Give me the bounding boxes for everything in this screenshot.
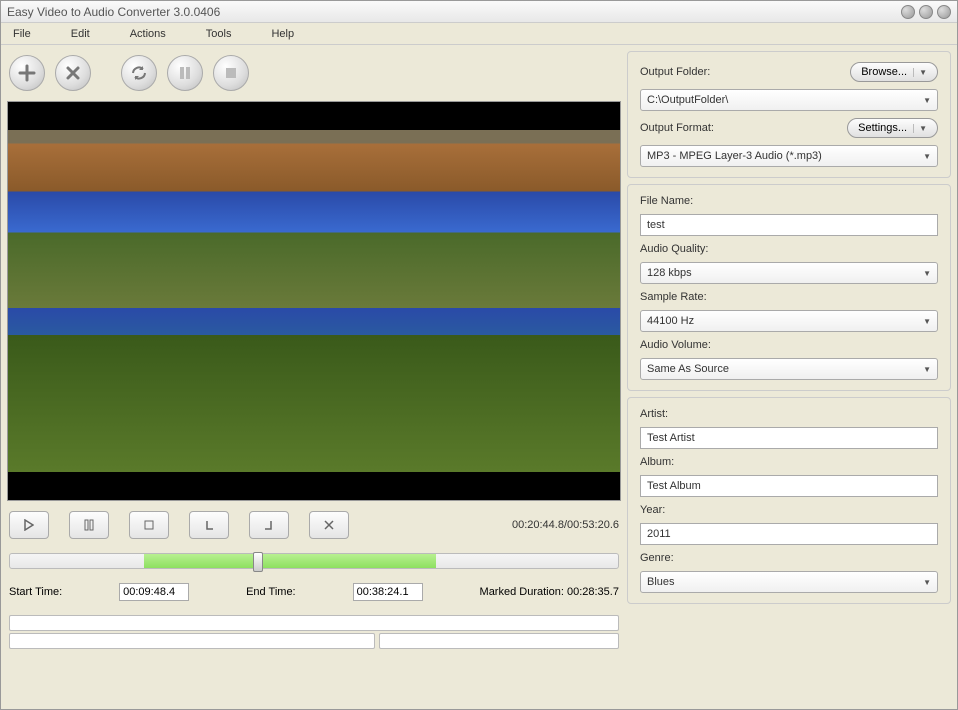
bracket-left-icon — [203, 519, 215, 531]
genre-label: Genre: — [640, 552, 938, 564]
browse-button[interactable]: Browse... ▼ — [850, 62, 938, 82]
time-row: Start Time: End Time: Marked Duration: 0… — [7, 579, 621, 605]
chevron-down-icon: ▼ — [923, 317, 931, 326]
slider-thumb[interactable] — [253, 552, 263, 572]
end-time-label: End Time: — [246, 586, 296, 598]
minimize-button[interactable] — [901, 5, 915, 19]
chevron-down-icon: ▼ — [913, 124, 927, 133]
status-progress — [379, 633, 619, 649]
clear-marks-button[interactable] — [309, 511, 349, 539]
chevron-down-icon: ▼ — [923, 578, 931, 587]
samplerate-label: Sample Rate: — [640, 291, 938, 303]
start-time-label: Start Time: — [9, 586, 62, 598]
settings-button[interactable]: Settings... ▼ — [847, 118, 938, 138]
chevron-down-icon: ▼ — [923, 152, 931, 161]
album-input[interactable] — [640, 475, 938, 497]
volume-label: Audio Volume: — [640, 339, 938, 351]
add-button[interactable] — [9, 55, 45, 91]
album-label: Album: — [640, 456, 938, 468]
window-title: Easy Video to Audio Converter 3.0.0406 — [7, 5, 901, 19]
content: 00:20:44.8/00:53:20.6 Start Time: End Ti… — [1, 45, 957, 709]
titlebar: Easy Video to Audio Converter 3.0.0406 — [1, 1, 957, 23]
maximize-button[interactable] — [919, 5, 933, 19]
play-button[interactable] — [9, 511, 49, 539]
right-panel: Output Folder: Browse... ▼ C:\OutputFold… — [627, 51, 951, 703]
slider-range — [144, 554, 436, 568]
artist-input[interactable] — [640, 427, 938, 449]
filename-label: File Name: — [640, 195, 938, 207]
genre-combo[interactable]: Blues ▼ — [640, 571, 938, 593]
samplerate-combo[interactable]: 44100 Hz ▼ — [640, 310, 938, 332]
audio-group: File Name: Audio Quality: 128 kbps ▼ Sam… — [627, 184, 951, 391]
pause-conv-button[interactable] — [167, 55, 203, 91]
start-time-input[interactable] — [119, 583, 189, 601]
left-panel: 00:20:44.8/00:53:20.6 Start Time: End Ti… — [7, 51, 621, 703]
toolbar — [7, 51, 621, 95]
refresh-icon — [130, 64, 148, 82]
year-label: Year: — [640, 504, 938, 516]
menu-help[interactable]: Help — [267, 26, 298, 42]
play-icon — [24, 519, 34, 531]
chevron-down-icon: ▼ — [923, 269, 931, 278]
time-display: 00:20:44.8/00:53:20.6 — [512, 519, 619, 531]
menu-actions[interactable]: Actions — [126, 26, 170, 42]
stop-icon — [225, 67, 237, 79]
pause-icon — [84, 519, 94, 531]
seek-slider[interactable] — [9, 553, 619, 569]
year-input[interactable] — [640, 523, 938, 545]
pause-icon — [178, 66, 192, 80]
mark-end-button[interactable] — [249, 511, 289, 539]
menu-edit[interactable]: Edit — [67, 26, 94, 42]
chevron-down-icon: ▼ — [913, 68, 927, 77]
volume-combo[interactable]: Same As Source ▼ — [640, 358, 938, 380]
stop-button[interactable] — [129, 511, 169, 539]
output-group: Output Folder: Browse... ▼ C:\OutputFold… — [627, 51, 951, 178]
file-progress — [9, 633, 375, 649]
x-icon — [65, 65, 81, 81]
progress-area — [7, 611, 621, 653]
artist-label: Artist: — [640, 408, 938, 420]
playback-controls: 00:20:44.8/00:53:20.6 — [7, 507, 621, 543]
window-controls — [901, 5, 951, 19]
stop-conv-button[interactable] — [213, 55, 249, 91]
app-window: Easy Video to Audio Converter 3.0.0406 F… — [0, 0, 958, 710]
video-frame — [8, 130, 620, 472]
bracket-right-icon — [263, 519, 275, 531]
plus-icon — [18, 64, 36, 82]
video-preview — [7, 101, 621, 501]
mark-start-button[interactable] — [189, 511, 229, 539]
output-format-label: Output Format: — [640, 122, 714, 134]
stop-icon — [144, 520, 154, 530]
menu-file[interactable]: File — [9, 26, 35, 42]
marked-duration-label: Marked Duration: 00:28:35.7 — [480, 586, 619, 598]
overall-progress — [9, 615, 619, 631]
metadata-group: Artist: Album: Year: Genre: Blues ▼ — [627, 397, 951, 604]
menubar: File Edit Actions Tools Help — [1, 23, 957, 45]
menu-tools[interactable]: Tools — [202, 26, 236, 42]
pause-button[interactable] — [69, 511, 109, 539]
chevron-down-icon: ▼ — [923, 96, 931, 105]
quality-combo[interactable]: 128 kbps ▼ — [640, 262, 938, 284]
quality-label: Audio Quality: — [640, 243, 938, 255]
convert-button[interactable] — [121, 55, 157, 91]
filename-input[interactable] — [640, 214, 938, 236]
output-folder-label: Output Folder: — [640, 66, 710, 78]
end-time-input[interactable] — [353, 583, 423, 601]
remove-button[interactable] — [55, 55, 91, 91]
chevron-down-icon: ▼ — [923, 365, 931, 374]
x-icon — [323, 519, 335, 531]
output-format-combo[interactable]: MP3 - MPEG Layer-3 Audio (*.mp3) ▼ — [640, 145, 938, 167]
close-button[interactable] — [937, 5, 951, 19]
output-folder-combo[interactable]: C:\OutputFolder\ ▼ — [640, 89, 938, 111]
